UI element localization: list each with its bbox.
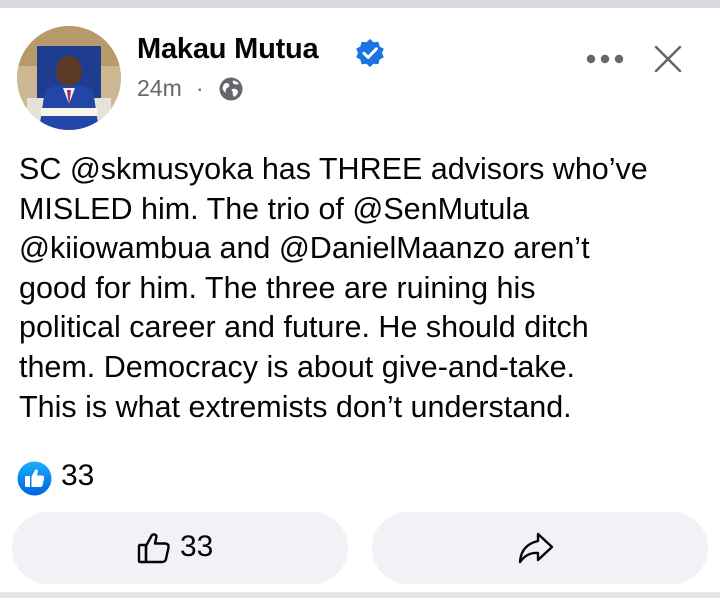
more-options-icon[interactable] bbox=[583, 46, 627, 72]
like-reaction-icon[interactable] bbox=[17, 461, 52, 496]
globe-icon bbox=[219, 77, 243, 101]
author-name[interactable]: Makau Mutua bbox=[137, 33, 319, 66]
avatar[interactable] bbox=[17, 26, 121, 130]
verified-badge-icon bbox=[356, 39, 384, 67]
profile-photo bbox=[17, 26, 121, 130]
post-text: SC @skmusyoka has THREE advisors who’ve … bbox=[19, 152, 648, 424]
share-button[interactable] bbox=[372, 512, 708, 584]
reaction-count[interactable]: 33 bbox=[61, 459, 94, 493]
top-edge-strip bbox=[0, 0, 720, 8]
like-button[interactable]: 33 bbox=[12, 512, 348, 584]
meta-separator: · bbox=[196, 75, 204, 101]
bottom-edge-strip bbox=[0, 592, 720, 598]
thumbs-up-icon bbox=[137, 533, 170, 564]
like-button-count: 33 bbox=[180, 530, 214, 563]
share-arrow-icon bbox=[518, 532, 554, 564]
close-icon[interactable] bbox=[651, 42, 685, 76]
post-timestamp[interactable]: 24m bbox=[137, 75, 182, 102]
